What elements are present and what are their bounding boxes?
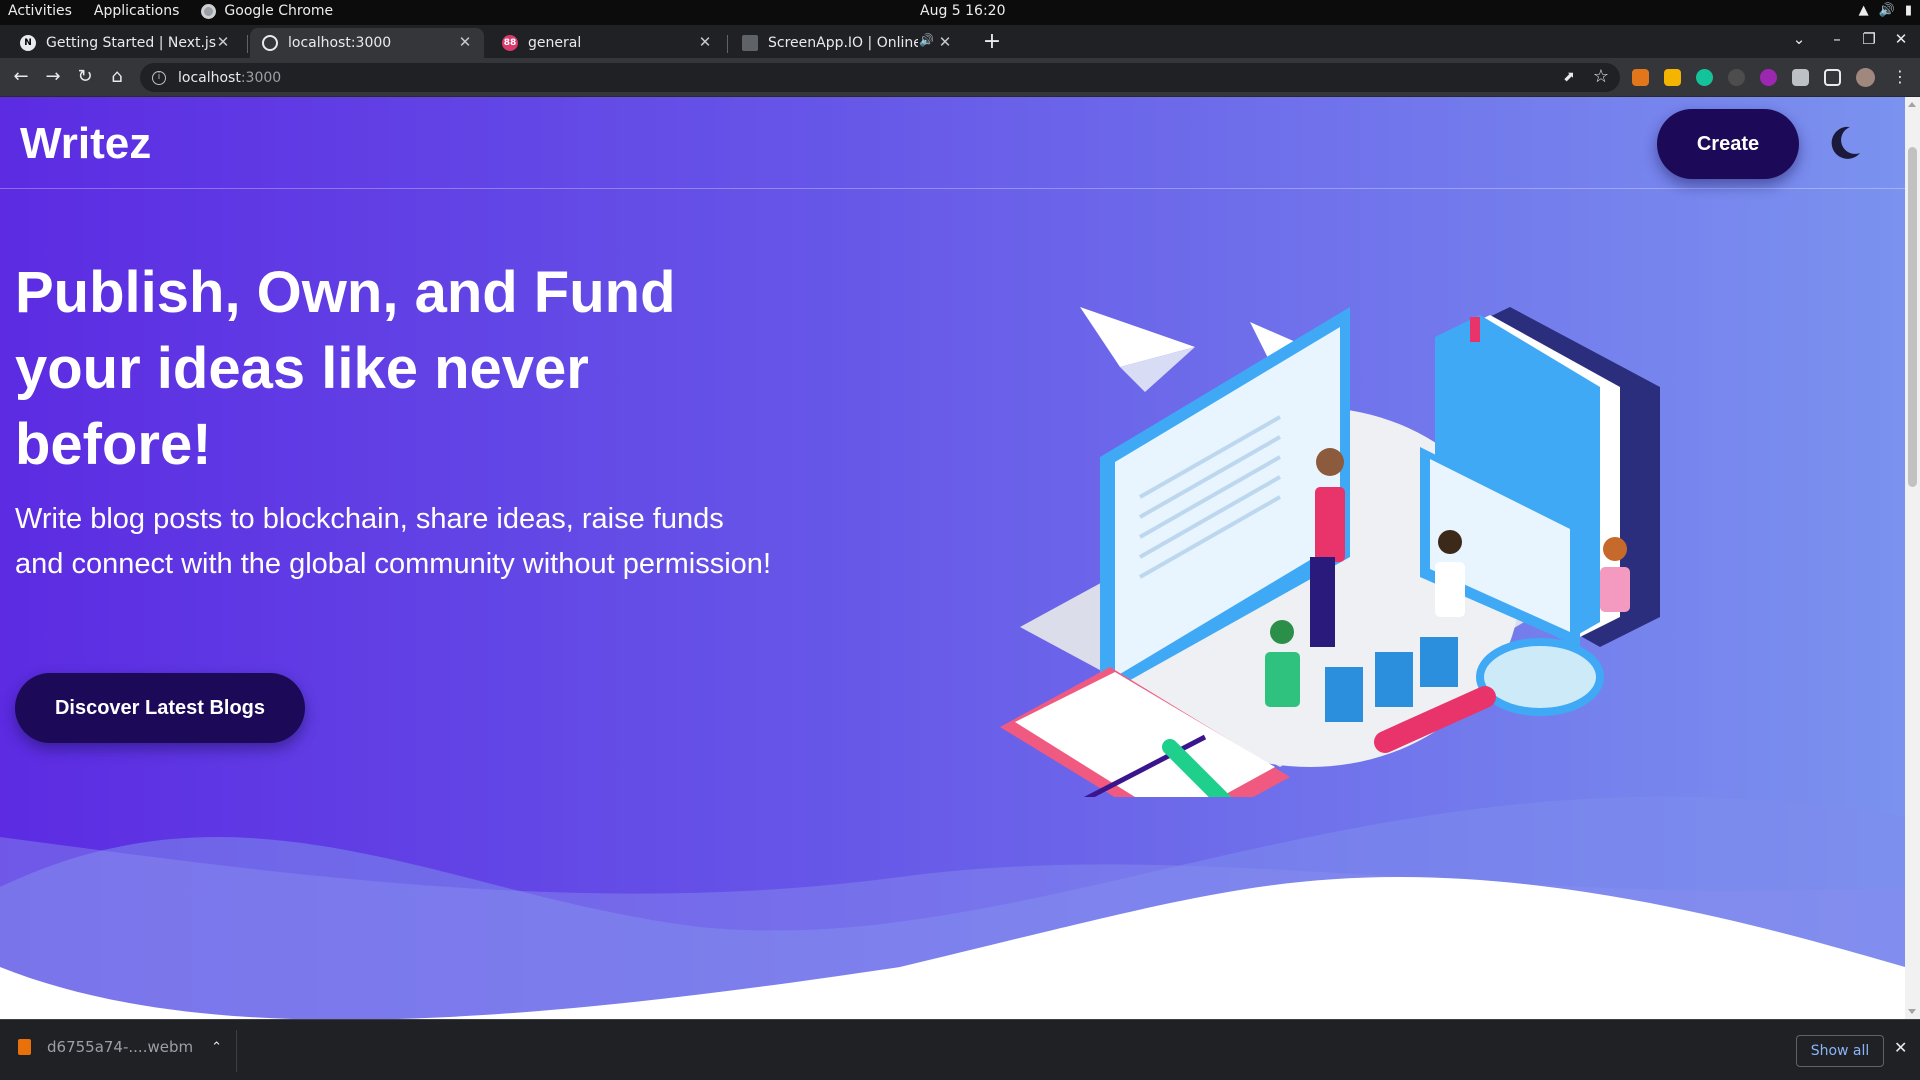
share-icon[interactable]: ⬈: [1556, 64, 1582, 90]
bookmark-star-icon[interactable]: ☆: [1588, 64, 1614, 90]
site-info-icon[interactable]: i: [152, 70, 166, 85]
tab-strip: N Getting Started | Next.js ✕ localhost:…: [0, 25, 1920, 58]
tab-title: ScreenApp.IO | Online: [768, 35, 918, 51]
hero-section: Writez Create Publish, Own, and Fund you…: [0, 97, 1905, 1019]
app-indicator[interactable]: Google Chrome: [201, 3, 333, 19]
hero-subtext: Write blog posts to blockchain, share id…: [15, 503, 771, 580]
chrome-menu-icon[interactable]: ⋮: [1887, 64, 1913, 90]
os-top-bar: Activities Applications Google Chrome Au…: [0, 0, 1920, 25]
app-name: Google Chrome: [224, 3, 334, 19]
key-extension-icon[interactable]: [1664, 69, 1681, 86]
screenapp-logo-icon: [742, 35, 758, 51]
minimize-icon[interactable]: –: [1826, 30, 1848, 48]
tab-screenapp[interactable]: ScreenApp.IO | Online 🔊 ✕: [730, 28, 964, 58]
tab-separator: [247, 35, 248, 53]
audio-playing-icon[interactable]: 🔊: [919, 33, 934, 47]
page-scrollbar[interactable]: [1905, 97, 1920, 1019]
site-navbar: Writez Create: [0, 97, 1905, 189]
tab-title: general: [528, 35, 582, 51]
browser-toolbar: ← → ↻ ⌂ i localhost:3000 ⬈ ☆ ⋮: [0, 58, 1920, 97]
tab-title: localhost:3000: [288, 35, 392, 51]
globe-icon: [262, 35, 278, 51]
scroll-down-icon[interactable]: [1908, 1009, 1916, 1014]
download-shelf: d6755a74-....webm ⌃ Show all ✕: [0, 1019, 1920, 1080]
discord-logo-icon: 88: [502, 35, 518, 51]
system-tray[interactable]: ▲ 🔊 ▮: [1859, 3, 1912, 18]
dark-mode-extension-icon[interactable]: [1728, 69, 1745, 86]
profile-avatar[interactable]: [1856, 68, 1875, 87]
url-port: :3000: [240, 69, 282, 86]
close-window-icon[interactable]: ✕: [1890, 30, 1912, 48]
file-icon: [18, 1039, 31, 1055]
wifi-icon: ▲: [1858, 3, 1869, 18]
volume-icon: 🔊: [1878, 3, 1895, 18]
tab-separator: [727, 35, 728, 53]
show-all-button[interactable]: Show all: [1796, 1035, 1884, 1067]
close-tab-icon[interactable]: ✕: [936, 33, 954, 51]
scroll-up-icon[interactable]: [1908, 102, 1916, 107]
discover-latest-blogs-button[interactable]: Discover Latest Blogs: [15, 673, 305, 743]
home-icon[interactable]: ⌂: [104, 64, 130, 90]
download-item[interactable]: d6755a74-....webm ⌃: [18, 1038, 222, 1056]
page-viewport: Writez Create Publish, Own, and Fund you…: [0, 97, 1905, 1019]
tab-general[interactable]: 88 general ✕: [490, 28, 724, 58]
close-tab-icon[interactable]: ✕: [456, 33, 474, 51]
url-host: localhost: [178, 69, 241, 86]
metamask-extension-icon[interactable]: [1632, 69, 1649, 86]
brand-logo[interactable]: Writez: [20, 119, 151, 169]
nextjs-logo-icon: N: [20, 35, 36, 51]
side-panel-icon[interactable]: [1824, 69, 1841, 86]
applications-menu[interactable]: Applications: [94, 3, 180, 19]
new-tab-button[interactable]: +: [978, 29, 1006, 57]
moon-icon[interactable]: [1824, 123, 1864, 163]
reload-icon[interactable]: ↻: [72, 64, 98, 90]
extensions-puzzle-icon[interactable]: [1792, 69, 1809, 86]
close-download-shelf-icon[interactable]: ✕: [1894, 1038, 1907, 1057]
hero-illustration: [1000, 307, 1660, 797]
address-bar[interactable]: i localhost:3000: [140, 63, 1620, 92]
wave-decoration: [0, 796, 1905, 1019]
forward-arrow-icon[interactable]: →: [40, 64, 66, 90]
tab-search-icon[interactable]: ⌄: [1788, 30, 1810, 48]
chrome-icon: [201, 3, 217, 19]
close-tab-icon[interactable]: ✕: [214, 33, 232, 51]
clock[interactable]: Aug 5 16:20: [920, 3, 1006, 19]
tab-title: Getting Started | Next.js: [46, 35, 217, 51]
tab-nextjs[interactable]: N Getting Started | Next.js ✕: [8, 28, 242, 58]
chevron-up-icon[interactable]: ⌃: [211, 1040, 222, 1055]
create-button[interactable]: Create: [1657, 109, 1799, 179]
download-separator: [236, 1030, 237, 1072]
close-tab-icon[interactable]: ✕: [696, 33, 714, 51]
download-file-name: d6755a74-....webm: [47, 1038, 194, 1056]
battery-icon: ▮: [1904, 3, 1912, 18]
scrollbar-thumb[interactable]: [1908, 147, 1917, 487]
back-arrow-icon[interactable]: ←: [8, 64, 34, 90]
extension-icon[interactable]: [1760, 69, 1777, 86]
tab-localhost[interactable]: localhost:3000 ✕: [250, 28, 484, 58]
os-top-bar-left: Activities Applications Google Chrome: [8, 3, 333, 19]
restore-icon[interactable]: ❐: [1858, 30, 1880, 48]
activities-button[interactable]: Activities: [8, 3, 72, 19]
grammarly-extension-icon[interactable]: [1696, 69, 1713, 86]
hero-headline: Publish, Own, and Fund your ideas like n…: [15, 260, 676, 477]
